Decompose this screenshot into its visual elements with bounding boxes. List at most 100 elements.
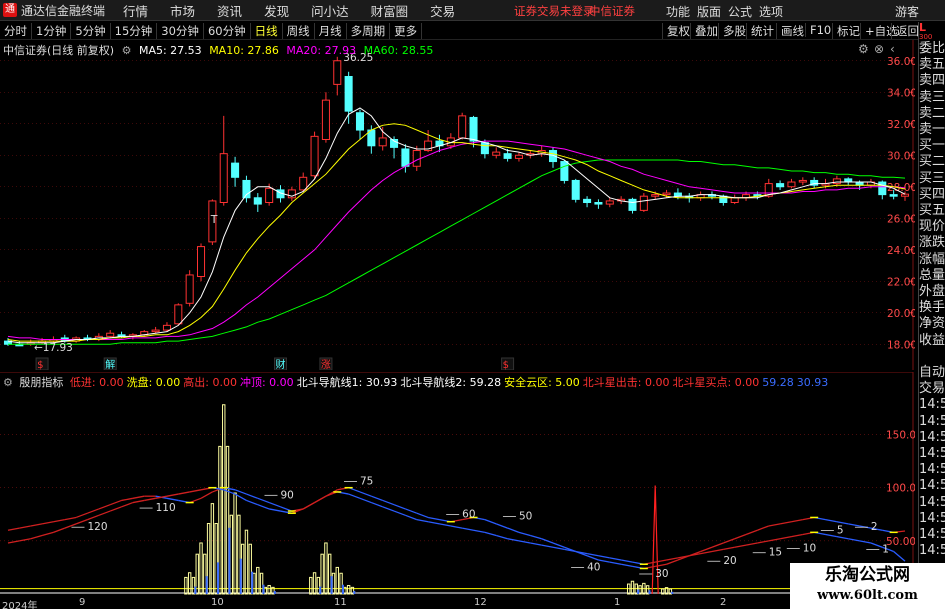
indicator-blue-bar [648,590,651,594]
sidebar-item[interactable]: 买三 [919,171,945,187]
candle-body [310,135,319,177]
candle-body [378,137,387,147]
sidebar-item[interactable]: 交易 [919,381,945,397]
sidebar-item[interactable]: 买一 [919,138,945,154]
chart-options-icon[interactable]: ⚙ [858,42,869,56]
period-more[interactable]: 更多 [390,22,423,39]
sidebar-item[interactable]: 收益 [919,333,945,349]
sidebar-item[interactable]: 自动 [919,365,945,381]
guide-line-2 [791,518,803,523]
guide-line-1 [791,533,803,538]
sidebar-item[interactable]: 14:56 [919,543,945,559]
candle-body [832,178,841,185]
sidebar-item[interactable]: 14:56 [919,414,945,430]
chart-close-icon[interactable]: ⊗ [874,42,884,56]
sidebar-item[interactable]: 涨幅 [919,252,945,268]
menu-jiaoyi[interactable]: 交易 [430,1,455,20]
period-monthly[interactable]: 月线 [315,22,347,39]
menu-caifuquan[interactable]: 财富圈 [371,1,409,20]
guide-line-2 [371,495,383,502]
period-5min[interactable]: 5分钟 [71,22,111,39]
period-15min[interactable]: 15分钟 [111,22,158,39]
period-60min[interactable]: 60分钟 [204,22,251,39]
sidebar-item[interactable]: 买四 [919,187,945,203]
menu-banmian[interactable]: 版面 [697,3,721,20]
indicator-bar [233,492,237,595]
indicator-bar [316,576,321,595]
btn-fuquan[interactable]: 复权 [662,23,690,39]
guide-line-1 [30,534,43,540]
period-1min[interactable]: 1分钟 [32,22,72,39]
menu-shichang[interactable]: 市场 [170,1,195,20]
date-tick-label: 9 [79,597,86,608]
sidebar-item[interactable]: 14:56 [919,446,945,462]
btn-back[interactable]: 返回 [891,23,919,39]
price-tick-label: 36.00 [887,56,915,68]
period-weekly[interactable]: 周线 [283,22,315,39]
sidebar-item[interactable]: 外盘 [919,284,945,300]
menu-gongneng[interactable]: 功能 [666,3,690,20]
indicator-bar [256,566,260,595]
period-daily[interactable]: 日线 [251,22,283,39]
indicator-bar [335,566,339,595]
menu-faxian[interactable]: 发现 [264,1,289,20]
btn-f10[interactable]: F10 [805,23,831,37]
indicator-annotation: 50 [519,511,532,523]
price-chart[interactable]: 36.0034.0032.0030.0028.0026.0024.0022.00… [0,40,915,370]
sidebar-item[interactable]: 涨跌 [919,235,945,251]
candle-body [185,274,194,304]
sidebar-item[interactable]: 14:56 [919,527,945,543]
candle-body [514,154,523,159]
sidebar-item[interactable]: 14:56 [919,495,945,511]
btn-biaoji[interactable]: 标记 [832,23,860,39]
sidebar-item[interactable]: 14:56 [919,430,945,446]
settings-icon[interactable]: ⚙ [122,44,132,57]
chart-collapse-icon[interactable]: ‹ [890,42,895,56]
btn-huaxian[interactable]: 画线 [776,23,804,39]
guide-line-1 [530,542,542,546]
stock-name: 中信证券(日线 前复权) [3,44,115,57]
broker-name[interactable]: 中信证券 [589,3,635,19]
btn-diejia[interactable]: 叠加 [690,23,718,39]
sidebar-item[interactable]: 卖五 [919,57,945,73]
menu-hangqing[interactable]: 行情 [123,1,148,20]
sidebar-item[interactable]: 现价 [919,219,945,235]
sidebar-item[interactable]: 14:56 [919,462,945,478]
sidebar-item[interactable]: 卖三 [919,90,945,106]
menu-zixun[interactable]: 资讯 [217,1,242,20]
sidebar-item[interactable] [919,349,945,365]
guide-line-1 [848,538,860,542]
sidebar-item[interactable]: 卖四 [919,73,945,89]
guide-line-1 [484,531,497,537]
trade-login-alert[interactable]: 证券交易未登录 [514,3,595,19]
period-30min[interactable]: 30分钟 [157,22,204,39]
sidebar-item[interactable]: 14:56 [919,511,945,527]
indicator-chart[interactable]: 150.0 100.0 50.00 120 110 90 75 60 50 40 30 20 15 10 5… [0,372,915,597]
period-fenshi[interactable]: 分时 [0,22,32,39]
sidebar-item[interactable]: 卖一 [919,122,945,138]
guide-line-2 [200,491,213,499]
sidebar-item[interactable]: 委比 [919,41,945,57]
user-guest[interactable]: 游客 [895,3,919,20]
guide-line-2 [234,489,247,495]
menu-gongshi[interactable]: 公式 [728,3,752,20]
period-multi[interactable]: 多周期 [347,22,391,39]
marker-t-label: T [210,213,218,226]
sidebar-item[interactable]: 买五 [919,203,945,219]
sub-tick-label: 50.00 [886,536,915,548]
candle-body [162,324,171,331]
menu-xuanxiang[interactable]: 选项 [759,3,783,20]
guide-line-1 [439,523,451,527]
sidebar-item[interactable]: 14:56 [919,397,945,413]
sidebar-item[interactable]: 净资 [919,316,945,332]
sidebar-item[interactable]: 14:56 [919,478,945,494]
sidebar-item[interactable]: 总量 [919,268,945,284]
sidebar-item[interactable]: 买二 [919,154,945,170]
indicator-bar [195,553,199,595]
sidebar-item[interactable]: 卖二 [919,106,945,122]
guide-line-1 [825,533,837,538]
btn-tongji[interactable]: 统计 [746,23,774,39]
sidebar-item[interactable]: 换手 [919,300,945,316]
menu-wenxiaoda[interactable]: 问小达 [311,1,349,20]
btn-duogu[interactable]: 多股 [718,23,746,39]
